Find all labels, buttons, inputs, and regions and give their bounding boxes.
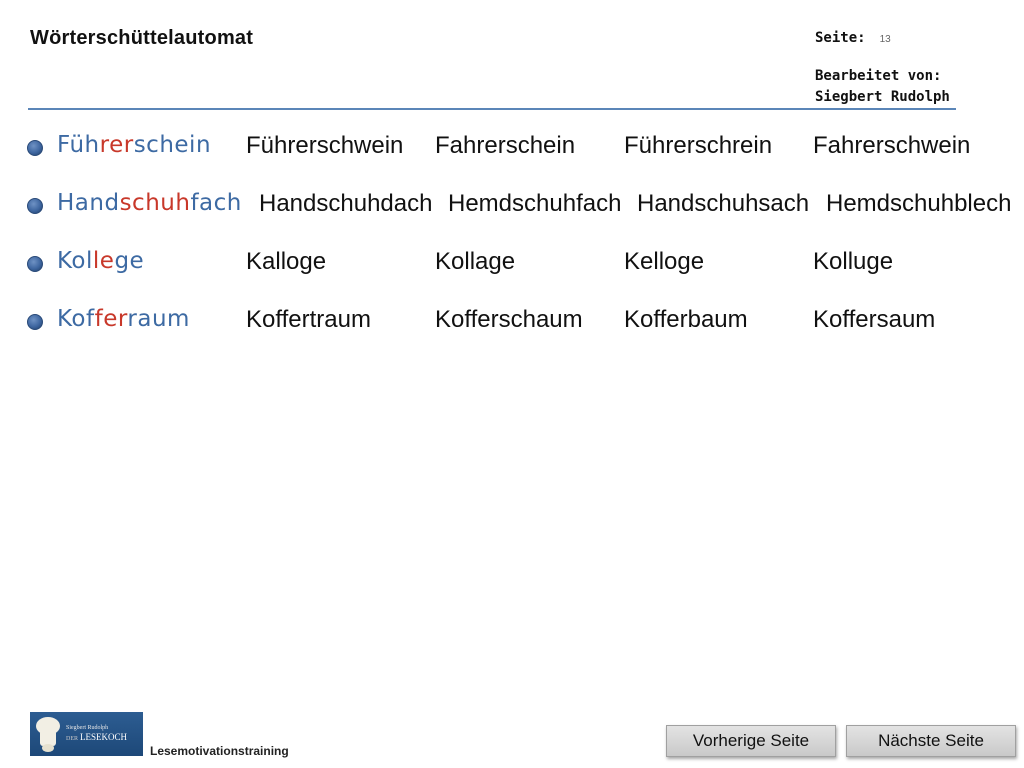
edited-by-name: Siegbert Rudolph (815, 89, 950, 105)
logo-prefix: DER (66, 736, 78, 742)
word-option[interactable]: Koffertraum (246, 306, 371, 334)
word-option[interactable]: Führerschrein (624, 132, 772, 160)
previous-page-button[interactable]: Vorherige Seite (666, 725, 836, 757)
word-row: Handschuhfach Handschuhdach Hemdschuhfac… (0, 188, 1024, 222)
bullet-icon (27, 256, 43, 272)
page-meta: Seite: 13 Bearbeitet von: Siegbert Rudol… (815, 28, 950, 108)
target-segment-highlight: le (92, 248, 115, 274)
logo-author: Siegbert Rudolph (66, 725, 108, 731)
chef-hat-icon: Siegbert Rudolph DER LESEKOCH (36, 717, 128, 752)
target-word: Führerschein (57, 132, 211, 158)
logo-brand: LESEKOCH (80, 732, 128, 742)
word-row: Kofferraum Koffertraum Kofferschaum Koff… (0, 304, 1024, 338)
header-divider (28, 108, 956, 110)
word-option[interactable]: Koffersaum (813, 306, 935, 334)
target-segment-highlight: fer (94, 306, 128, 332)
target-word: Kofferraum (57, 306, 190, 332)
page-label: Seite: (815, 30, 866, 46)
word-option[interactable]: Kofferschaum (435, 306, 583, 334)
target-segment-highlight: schuh (119, 190, 191, 216)
target-segment: raum (127, 306, 190, 332)
footer-label: Lesemotivationstraining (150, 744, 289, 758)
word-option[interactable]: Handschuhsach (637, 190, 809, 218)
target-segment: Kol (57, 248, 93, 274)
word-option[interactable]: Hemdschuhblech (826, 190, 1011, 218)
word-option[interactable]: Fahrerschein (435, 132, 575, 160)
target-segment: fach (190, 190, 242, 216)
target-word: Handschuhfach (57, 190, 242, 216)
bullet-icon (27, 140, 43, 156)
word-option[interactable]: Kolluge (813, 248, 893, 276)
word-option[interactable]: Kelloge (624, 248, 704, 276)
target-segment: ge (114, 248, 145, 274)
target-segment: schein (133, 132, 212, 158)
target-segment: Füh (57, 132, 100, 158)
word-option[interactable]: Führerschwein (246, 132, 403, 160)
word-option[interactable]: Kollage (435, 248, 515, 276)
page-number: 13 (879, 34, 891, 45)
target-word: Kollege (57, 248, 144, 274)
lesekoch-logo: Siegbert Rudolph DER LESEKOCH (30, 712, 143, 756)
word-option[interactable]: Fahrerschwein (813, 132, 970, 160)
page-title: Wörterschüttelautomat (30, 27, 254, 49)
target-segment: Hand (57, 190, 120, 216)
word-row: Kollege Kalloge Kollage Kelloge Kolluge (0, 246, 1024, 280)
bullet-icon (27, 314, 43, 330)
word-row: Führerschein Führerschwein Fahrerschein … (0, 130, 1024, 164)
word-option[interactable]: Kalloge (246, 248, 326, 276)
edited-by-label: Bearbeitet von: (815, 68, 942, 84)
target-segment: Kof (57, 306, 95, 332)
word-option[interactable]: Handschuhdach (259, 190, 432, 218)
word-option[interactable]: Hemdschuhfach (448, 190, 621, 218)
target-segment-highlight: rer (99, 132, 134, 158)
bullet-icon (27, 198, 43, 214)
word-option[interactable]: Kofferbaum (624, 306, 748, 334)
next-page-button[interactable]: Nächste Seite (846, 725, 1016, 757)
